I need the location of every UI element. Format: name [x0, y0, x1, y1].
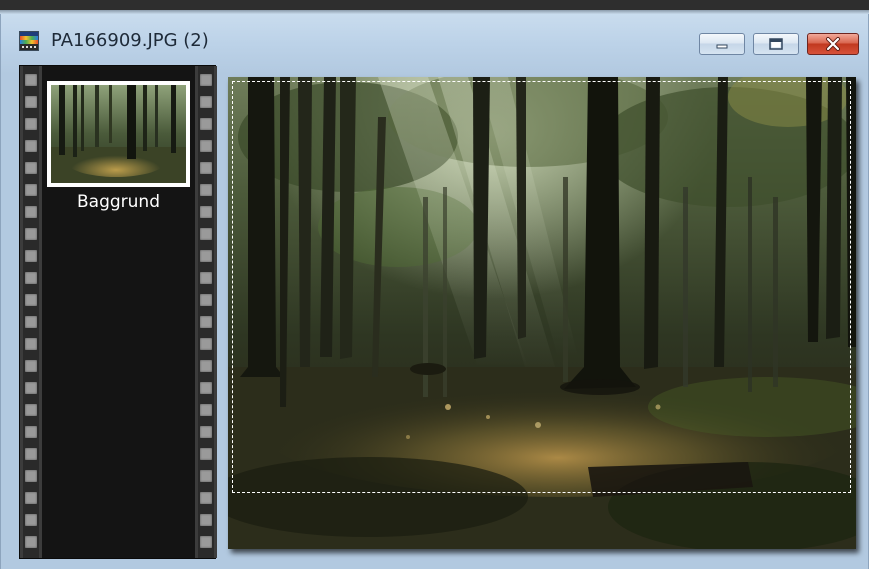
filmstrip-perforation-hole [25, 228, 37, 240]
filmstrip-perforation-hole [200, 140, 212, 152]
maximize-icon [769, 38, 783, 50]
filmstrip-perforation-hole [25, 536, 37, 548]
filmstrip-perforation-hole [25, 382, 37, 394]
layer-thumbnail-baggrund[interactable] [47, 81, 190, 187]
filmstrip-perforation-hole [25, 470, 37, 482]
filmstrip-perforation-hole [200, 514, 212, 526]
title-bar[interactable]: PA166909.JPG (2) [1, 14, 868, 64]
document-window: PA166909.JPG (2) Baggrund [0, 14, 869, 569]
filmstrip-perforation-hole [25, 338, 37, 350]
filmstrip-perforation-hole [200, 162, 212, 174]
filmstrip-perforation-right [195, 66, 217, 558]
filmstrip-perforation-hole [25, 272, 37, 284]
image-film-icon [19, 31, 39, 51]
filmstrip-perforation-hole [25, 74, 37, 86]
filmstrip-perforation-hole [25, 162, 37, 174]
layer-label: Baggrund [77, 192, 160, 212]
filmstrip-perforation-hole [200, 74, 212, 86]
filmstrip-perforation-hole [25, 492, 37, 504]
close-button[interactable] [807, 33, 859, 55]
filmstrip-perforation-hole [200, 404, 212, 416]
filmstrip-perforation-hole [25, 140, 37, 152]
filmstrip-perforation-hole [200, 272, 212, 284]
filmstrip-perforation-hole [25, 206, 37, 218]
filmstrip-perforation-hole [200, 294, 212, 306]
filmstrip-perforation-hole [25, 514, 37, 526]
filmstrip-perforation-hole [200, 316, 212, 328]
filmstrip-perforation-hole [200, 426, 212, 438]
image-canvas[interactable] [228, 77, 856, 549]
filmstrip-perforation-hole [200, 250, 212, 262]
filmstrip-perforation-hole [25, 294, 37, 306]
minimize-button[interactable] [699, 33, 745, 55]
filmstrip-perforation-hole [200, 492, 212, 504]
filmstrip-perforation-hole [200, 360, 212, 372]
filmstrip-perforation-hole [25, 250, 37, 262]
filmstrip-perforation-left [20, 66, 42, 558]
filmstrip-perforation-hole [200, 470, 212, 482]
filmstrip-perforation-hole [25, 426, 37, 438]
filmstrip-perforation-hole [25, 96, 37, 108]
top-dark-strip [0, 0, 869, 10]
minimize-icon [716, 44, 728, 49]
layer-thumbnail-image [51, 85, 186, 183]
filmstrip-perforation-hole [200, 338, 212, 350]
layer-filmstrip-panel: Baggrund [19, 65, 217, 559]
filmstrip-perforation-hole [25, 404, 37, 416]
filmstrip-perforation-hole [200, 448, 212, 460]
window-title: PA166909.JPG (2) [51, 30, 209, 51]
filmstrip-perforation-hole [25, 360, 37, 372]
filmstrip-perforation-hole [200, 96, 212, 108]
close-icon [826, 37, 840, 51]
forest-photo [228, 77, 856, 549]
filmstrip-perforation-hole [200, 118, 212, 130]
filmstrip-perforation-hole [200, 228, 212, 240]
filmstrip-perforation-hole [200, 206, 212, 218]
filmstrip-perforation-hole [25, 184, 37, 196]
filmstrip-perforation-hole [200, 382, 212, 394]
maximize-button[interactable] [753, 33, 799, 55]
filmstrip-perforation-hole [200, 184, 212, 196]
filmstrip-perforation-hole [200, 536, 212, 548]
filmstrip-perforation-hole [25, 316, 37, 328]
filmstrip-perforation-hole [25, 448, 37, 460]
filmstrip-perforation-hole [25, 118, 37, 130]
